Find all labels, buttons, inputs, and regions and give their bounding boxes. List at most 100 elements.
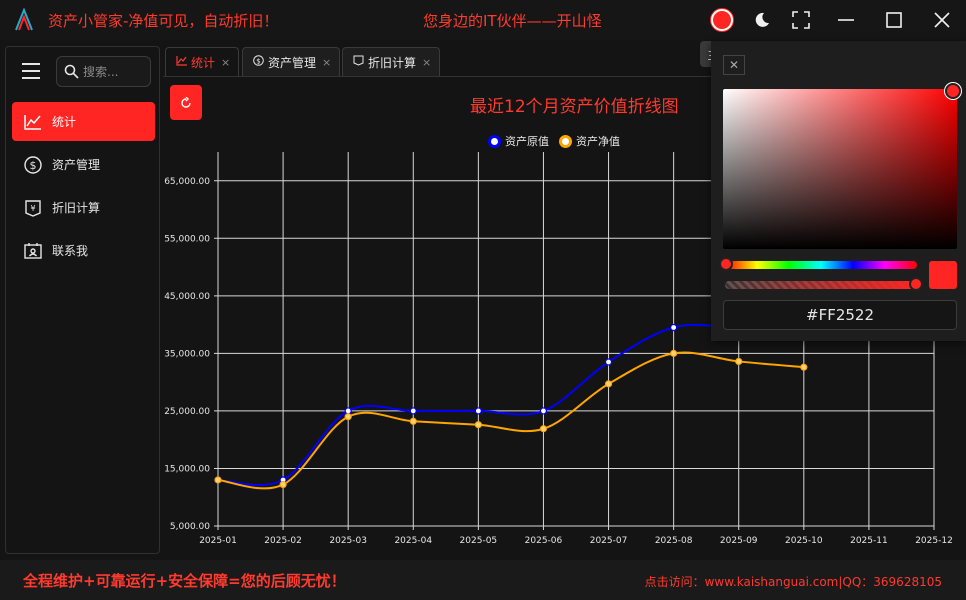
y-tick-label: 15,000.00: [164, 464, 210, 474]
sidebar-item-label: 联系我: [52, 244, 89, 258]
tab-statistics[interactable]: 统计 ×: [165, 47, 240, 76]
fullscreen-button[interactable]: [787, 6, 815, 34]
tab-label: 折旧计算: [368, 55, 417, 70]
close-icon: [934, 12, 950, 28]
y-tick-label: 35,000.00: [164, 349, 210, 359]
sidebar-item-statistics[interactable]: 统计: [12, 102, 155, 141]
legend-item[interactable]: 资产净值: [559, 133, 620, 149]
moon-icon: [755, 12, 769, 27]
legend-item[interactable]: 资产原值: [488, 133, 549, 149]
calculator-icon: [353, 55, 364, 69]
fullscreen-icon: [792, 11, 810, 29]
maximize-icon: [886, 12, 902, 28]
x-tick-label: 2025-03: [329, 536, 367, 546]
calculator-icon: ¥: [25, 199, 41, 217]
sidebar-item-label: 资产管理: [52, 158, 101, 172]
legend-label: 资产净值: [576, 135, 620, 148]
x-tick-label: 2025-10: [785, 536, 823, 546]
search-input[interactable]: [83, 63, 147, 81]
dark-mode-button[interactable]: [748, 6, 776, 34]
app-slogan: 您身边的IT伙伴——开山怪: [423, 12, 602, 30]
svg-text:¥: ¥: [30, 204, 35, 213]
x-tick-label: 2025-11: [850, 536, 888, 546]
theme-color-button[interactable]: [708, 6, 736, 34]
tab-divider: [163, 76, 711, 77]
x-tick-label: 2025-02: [264, 536, 302, 546]
sidebar-item-label: 统计: [52, 115, 77, 129]
app-title: 资产小管家-净值可见，自动折旧！: [48, 12, 279, 30]
theme-color-dot: [711, 9, 733, 31]
color-picker-panel: ✕: [711, 41, 966, 341]
close-icon[interactable]: ×: [221, 56, 230, 69]
chart-title: 最近12个月资产价值折线图: [470, 97, 679, 117]
svg-text:$: $: [256, 57, 260, 65]
y-tick-label: 45,000.00: [164, 292, 210, 302]
data-point: [279, 480, 287, 489]
data-point: [344, 407, 352, 415]
close-icon[interactable]: ✕: [723, 55, 745, 75]
hue-slider[interactable]: [719, 257, 917, 271]
title-bar: 资产小管家-净值可见，自动折旧！ 您身边的IT伙伴——开山怪: [0, 0, 966, 40]
data-point: [670, 349, 678, 357]
hue-handle[interactable]: [719, 257, 733, 271]
data-point: [604, 380, 613, 388]
sidebar-item-depreciation[interactable]: ¥ 折旧计算: [12, 188, 155, 227]
saturation-handle[interactable]: [945, 83, 961, 99]
tab-label: 统计: [191, 55, 216, 70]
saturation-value-area[interactable]: [723, 83, 961, 249]
chart-legend: 资产原值 资产净值: [488, 133, 630, 149]
search-icon: [64, 64, 79, 79]
tab-asset-management[interactable]: $ 资产管理 ×: [242, 47, 341, 76]
tab-depreciation[interactable]: 折旧计算 ×: [342, 47, 441, 76]
data-point: [539, 425, 548, 433]
menu-toggle-icon[interactable]: [22, 63, 40, 79]
series-line: [217, 323, 804, 487]
y-tick-label: 65,000.00: [164, 177, 210, 187]
data-point: [474, 421, 482, 429]
legend-swatch: [559, 134, 572, 148]
x-tick-label: 2025-05: [460, 536, 498, 546]
dollar-icon: $: [253, 55, 264, 69]
maximize-button[interactable]: [880, 6, 908, 34]
search-box: [56, 56, 151, 87]
alpha-handle[interactable]: [909, 277, 923, 291]
close-button[interactable]: [928, 6, 956, 34]
data-point: [344, 413, 352, 421]
x-tick-label: 2025-01: [199, 536, 237, 546]
sidebar-item-asset-management[interactable]: $ 资产管理: [12, 145, 155, 184]
x-tick-label: 2025-04: [394, 536, 432, 546]
footer-slogan: 全程维护+可靠运行+安全保障=您的后顾无忧！: [23, 572, 346, 590]
dollar-icon: $: [24, 155, 42, 174]
svg-text:$: $: [30, 159, 37, 172]
close-icon[interactable]: ×: [422, 56, 431, 69]
y-tick-label: 25,000.00: [164, 407, 210, 417]
x-tick-label: 2025-08: [655, 536, 693, 546]
refresh-icon: [181, 96, 191, 108]
data-point: [800, 363, 808, 371]
hex-color-input[interactable]: [723, 300, 957, 330]
line-chart-icon: [24, 114, 41, 130]
footer-website-link[interactable]: 点击访问：www.kaishanguai.com|QQ：369628105: [645, 573, 942, 590]
close-icon[interactable]: ×: [322, 56, 331, 69]
data-point: [409, 417, 417, 425]
data-point: [604, 358, 613, 366]
x-tick-label: 2025-06: [525, 536, 563, 546]
data-point: [214, 476, 222, 484]
legend-swatch: [488, 134, 501, 148]
logo-icon: [15, 8, 33, 31]
x-tick-label: 2025-09: [720, 536, 758, 546]
data-point: [474, 407, 482, 415]
minimize-button[interactable]: [832, 6, 860, 34]
sidebar: 统计 $ 资产管理 ¥ 折旧计算 联系我: [5, 46, 160, 554]
sidebar-item-label: 折旧计算: [52, 201, 101, 215]
alpha-slider[interactable]: [725, 277, 923, 291]
refresh-button[interactable]: [170, 85, 202, 120]
y-tick-label: 5,000.00: [170, 522, 210, 532]
color-preview-swatch: [929, 261, 957, 289]
data-point: [539, 407, 548, 415]
sidebar-item-contact[interactable]: 联系我: [12, 231, 155, 270]
x-tick-label: 2025-07: [590, 536, 628, 546]
line-chart-icon: [176, 55, 187, 69]
y-tick-label: 55,000.00: [164, 234, 210, 244]
footer: 全程维护+可靠运行+安全保障=您的后顾无忧！ 点击访问：www.kaishang…: [0, 560, 966, 600]
